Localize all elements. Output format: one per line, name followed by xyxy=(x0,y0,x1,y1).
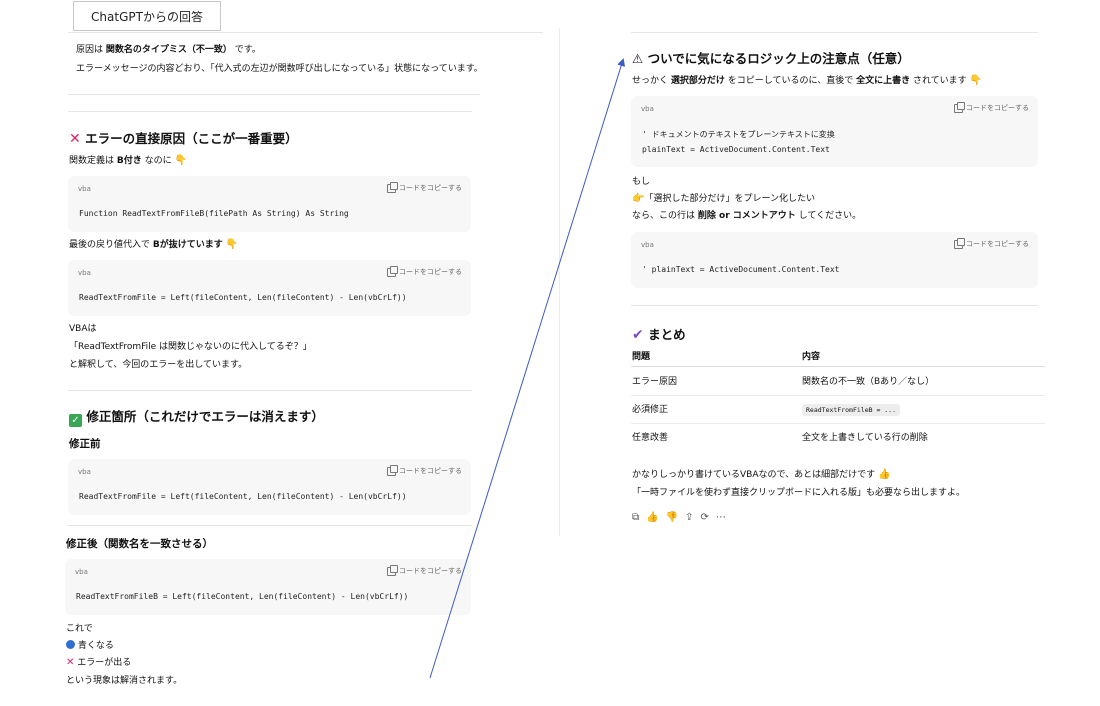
annotation-arrow xyxy=(429,58,626,679)
